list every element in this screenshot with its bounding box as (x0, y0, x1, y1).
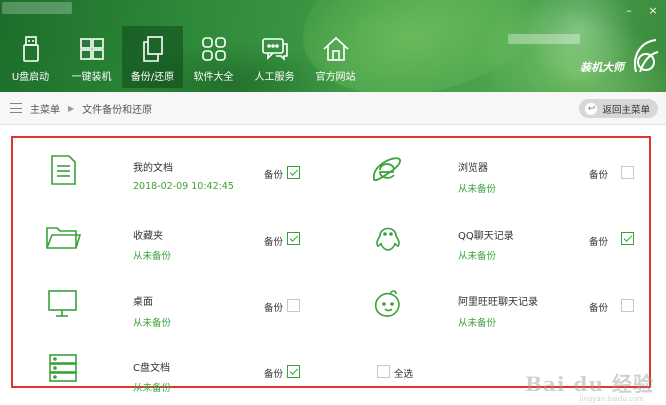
backup-label: 备份 (589, 170, 609, 181)
nav-label: 人工服务 (254, 72, 295, 83)
item-name: 收藏夹 (133, 231, 163, 242)
back-arrow-icon: ↩ (585, 102, 598, 115)
copy-icon (142, 36, 163, 62)
grid-icon (201, 37, 226, 61)
backup-label: 备份 (264, 237, 284, 248)
back-to-main-button[interactable]: ↩ 返回主菜单 (579, 99, 658, 118)
backup-panel: 我的文档 2018-02-09 10:42:45 备份 浏览器 从未备份 备份 … (0, 126, 666, 405)
nav-one-click-install[interactable]: 一键装机 (61, 26, 122, 88)
qq-icon (370, 222, 406, 254)
minimize-button[interactable]: – (622, 4, 636, 17)
backup-checkbox-qq[interactable] (621, 232, 634, 245)
nav-website[interactable]: 官方网站 (305, 26, 366, 88)
backup-label: 备份 (264, 369, 284, 380)
backup-label: 备份 (589, 303, 609, 314)
backup-label: 备份 (264, 303, 284, 314)
menu-icon (10, 103, 22, 113)
brand-logo-icon (634, 39, 659, 73)
backup-checkbox-wangwang[interactable] (621, 299, 634, 312)
monitor-icon (45, 288, 81, 320)
brand: 装机大师 (508, 34, 660, 76)
watermark-text: Bai du 经验 (525, 372, 654, 396)
item-status: 从未备份 (458, 251, 497, 262)
blurred-title (2, 2, 72, 14)
nav-label: U盘启动 (11, 72, 50, 83)
nav-label: 一键装机 (71, 72, 112, 83)
item-status: 2018-02-09 10:42:45 (133, 181, 234, 192)
backup-label: 备份 (589, 237, 609, 248)
item-name: 桌面 (133, 297, 153, 308)
ie-browser-icon (370, 154, 406, 186)
backup-label: 备份 (264, 170, 284, 181)
backup-checkbox-documents[interactable] (287, 166, 300, 179)
backup-checkbox-c-drive[interactable] (287, 365, 300, 378)
top-banner: – × U盘启动 一键装机 备份/还原 软件大全 人工服务 官方网站 装机大师 (0, 0, 666, 92)
folder-icon (45, 222, 82, 254)
item-status: 从未备份 (458, 318, 497, 329)
breadcrumb-root[interactable]: 主菜单 (30, 101, 60, 116)
select-all-checkbox[interactable] (377, 365, 390, 378)
backup-checkbox-browser[interactable] (621, 166, 634, 179)
item-status: 从未备份 (458, 184, 497, 195)
breadcrumb: 主菜单 ▶ 文件备份和还原 ↩ 返回主菜单 (0, 92, 666, 125)
backup-checkbox-desktop[interactable] (287, 299, 300, 312)
nav-software[interactable]: 软件大全 (183, 26, 244, 88)
close-button[interactable]: × (646, 4, 660, 17)
brand-name: 装机大师 (580, 61, 624, 74)
window-controls: – × (622, 4, 660, 17)
windows-icon (79, 38, 104, 60)
nav-label: 官方网站 (315, 72, 356, 83)
usb-icon (22, 36, 39, 62)
baidu-watermark: Bai du 经验 jingyan.baidu.com (525, 368, 654, 403)
item-status: 从未备份 (133, 251, 172, 262)
document-icon (45, 154, 81, 186)
item-name: 我的文档 (133, 163, 173, 174)
back-button-label: 返回主菜单 (602, 104, 650, 116)
nav-backup-restore[interactable]: 备份/还原 (122, 26, 183, 88)
item-name: 阿里旺旺聊天记录 (458, 297, 538, 308)
chat-icon (261, 38, 288, 61)
nav-usb-boot[interactable]: U盘启动 (0, 26, 61, 88)
breadcrumb-current: 文件备份和还原 (82, 104, 153, 116)
red-highlight-frame (11, 136, 651, 388)
wangwang-icon (370, 288, 406, 320)
main-nav: U盘启动 一键装机 备份/还原 软件大全 人工服务 官方网站 (0, 26, 366, 88)
watermark-sub: jingyan.baidu.com (579, 395, 644, 403)
server-icon (45, 352, 81, 384)
item-status: 从未备份 (133, 318, 172, 329)
item-name: QQ聊天记录 (458, 231, 514, 242)
nav-label: 备份/还原 (130, 72, 175, 83)
nav-support[interactable]: 人工服务 (244, 26, 305, 88)
breadcrumb-separator-icon: ▶ (68, 103, 75, 113)
item-status: 从未备份 (133, 383, 172, 394)
item-name: C盘文档 (133, 363, 170, 374)
select-all-label: 全选 (394, 369, 414, 380)
backup-checkbox-favorites[interactable] (287, 232, 300, 245)
home-icon (322, 36, 349, 61)
nav-label: 软件大全 (193, 72, 234, 83)
blurred-text (508, 34, 580, 44)
item-name: 浏览器 (458, 163, 488, 174)
